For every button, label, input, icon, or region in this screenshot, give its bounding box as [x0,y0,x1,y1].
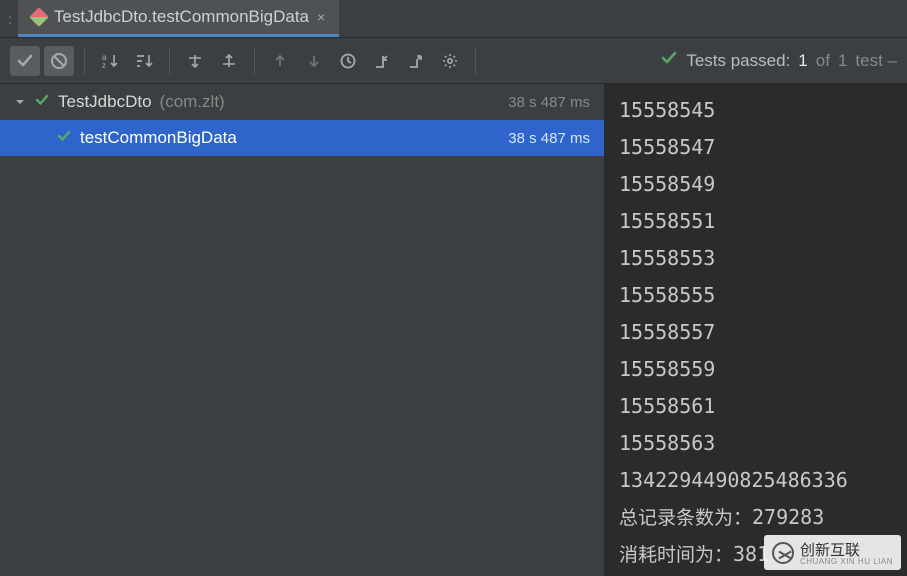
watermark-subtext: CHUANG XIN HU LIAN [800,557,893,566]
collapse-all-button[interactable] [214,46,244,76]
console-line: 15558545 [619,92,893,129]
editor-tab[interactable]: TestJdbcDto.testCommonBigData × [18,0,339,37]
toolbar-separator [169,48,170,74]
status-of: of [816,51,830,71]
tests-passed-status: Tests passed: 1 of 1 test – [660,49,897,72]
console-line: 15558557 [619,314,893,351]
test-class-package: (com.zlt) [160,92,225,112]
console-line: 15558549 [619,166,893,203]
console-output[interactable]: 15558545 15558547 15558549 15558551 1555… [605,84,907,576]
show-passed-button[interactable] [10,46,40,76]
close-tab-icon[interactable]: × [317,9,325,25]
summary-value: 279283 [752,505,824,529]
history-button[interactable] [333,46,363,76]
passed-check-icon [660,49,678,72]
toolbar-separator [84,48,85,74]
test-run-body: TestJdbcDto (com.zlt) 38 s 487 ms testCo… [0,84,907,576]
expand-all-button[interactable] [180,46,210,76]
status-prefix: Tests passed: [686,51,790,71]
test-toolbar: az Tests passed: 1 of 1 test – [0,38,907,84]
settings-button[interactable] [435,46,465,76]
test-class-name: TestJdbcDto [58,92,152,112]
tab-title: TestJdbcDto.testCommonBigData [54,7,309,27]
console-line: 15558561 [619,388,893,425]
next-failed-button[interactable] [299,46,329,76]
console-line: 15558551 [619,203,893,240]
test-method-row[interactable]: testCommonBigData 38 s 487 ms [0,120,604,156]
console-line: 15558559 [619,351,893,388]
console-line: 1342294490825486336 [619,462,893,499]
passed-check-icon [56,128,72,149]
show-ignored-button[interactable] [44,46,74,76]
panel-label-colon: : [8,0,18,37]
sort-alpha-button[interactable]: az [95,46,125,76]
test-class-row[interactable]: TestJdbcDto (com.zlt) 38 s 487 ms [0,84,604,120]
summary-label: 消耗时间为： [619,545,733,566]
test-method-time: 38 s 487 ms [508,130,590,147]
svg-text:z: z [102,61,106,70]
test-method-name: testCommonBigData [80,128,237,148]
toolbar-separator [254,48,255,74]
collapse-arrow-icon[interactable] [14,97,26,107]
sort-duration-button[interactable] [129,46,159,76]
console-line: 15558555 [619,277,893,314]
prev-failed-button[interactable] [265,46,295,76]
test-class-time: 38 s 487 ms [508,94,590,111]
import-tests-button[interactable] [367,46,397,76]
status-passed-count: 1 [798,51,807,71]
passed-check-icon [34,92,50,113]
console-summary-line: 总记录条数为：279283 [619,499,893,536]
test-file-icon [29,7,49,27]
console-line: 15558547 [619,129,893,166]
tab-bar: : TestJdbcDto.testCommonBigData × [0,0,907,38]
status-total: 1 [838,51,847,71]
status-suffix: test – [855,51,897,71]
export-tests-button[interactable] [401,46,431,76]
summary-label: 总记录条数为： [619,508,752,529]
watermark: 创新互联 CHUANG XIN HU LIAN [764,535,901,570]
console-line: 15558563 [619,425,893,462]
watermark-logo-icon [772,542,794,564]
test-tree[interactable]: TestJdbcDto (com.zlt) 38 s 487 ms testCo… [0,84,605,576]
console-line: 15558553 [619,240,893,277]
toolbar-separator [475,48,476,74]
